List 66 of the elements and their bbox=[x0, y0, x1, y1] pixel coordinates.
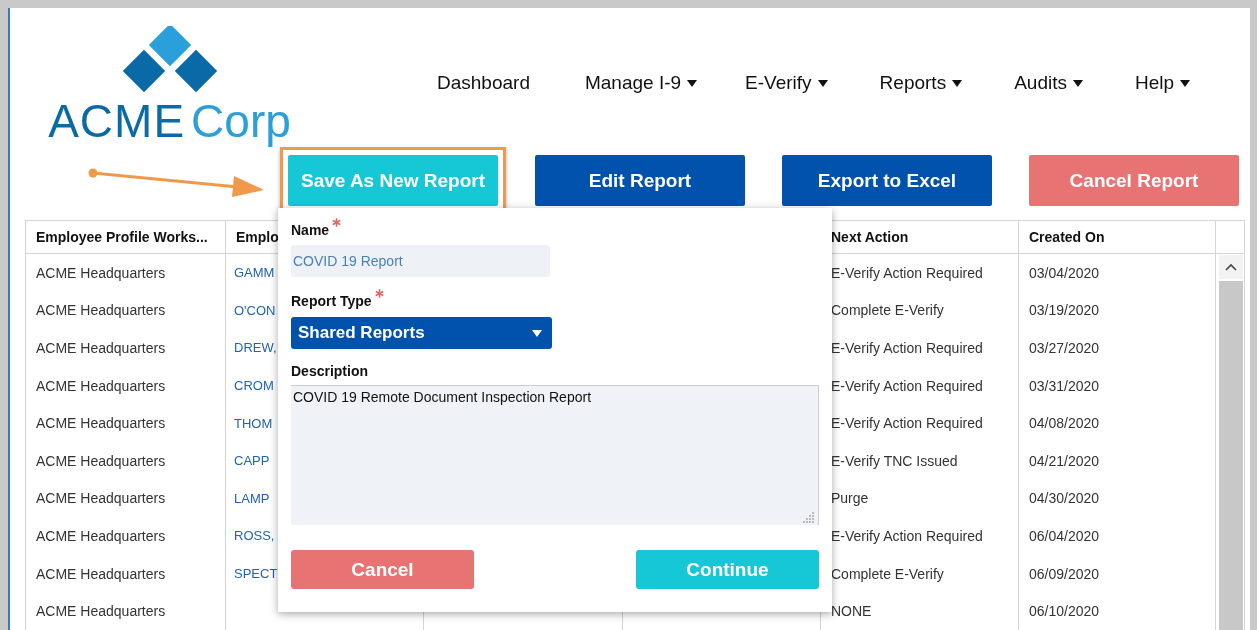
table-cell: 04/08/2020 bbox=[1029, 415, 1100, 432]
table-cell: 06/10/2020 bbox=[1029, 603, 1100, 620]
logo-wordmark-suffix: Corp bbox=[191, 94, 291, 148]
employee-link[interactable]: CAPP bbox=[234, 453, 270, 469]
field-label: Description bbox=[291, 363, 368, 379]
table-cell: 06/04/2020 bbox=[1029, 527, 1100, 544]
table-cell: 06/09/2020 bbox=[1029, 565, 1100, 582]
table-cell: ACME Headquarters bbox=[36, 490, 166, 507]
table-cell: ACME Headquarters bbox=[36, 377, 166, 394]
table-cell: Complete E-Verify bbox=[831, 565, 944, 582]
table-cell: ACME Headquarters bbox=[36, 565, 166, 582]
column-header: Employee Profile Works... bbox=[26, 221, 226, 253]
table-cell: 04/30/2020 bbox=[1029, 490, 1100, 507]
toolbar-button[interactable]: Export to Excel bbox=[782, 155, 992, 206]
table-cell: E-Verify Action Required bbox=[831, 377, 983, 394]
table-cell: Purge bbox=[831, 490, 869, 507]
table-cell: E-Verify Action Required bbox=[831, 415, 983, 432]
nav-menu-item[interactable]: Dashboard bbox=[437, 72, 530, 94]
employee-link[interactable]: O'CON bbox=[234, 302, 276, 318]
column-header: Created On bbox=[1019, 221, 1216, 253]
name-input-field[interactable]: COVID 19 Report bbox=[291, 245, 550, 277]
table-cell: 03/31/2020 bbox=[1029, 377, 1100, 394]
caret-icon bbox=[532, 329, 542, 337]
nav-menu-item[interactable]: E-Verify bbox=[745, 72, 828, 94]
description-text-area[interactable]: COVID 19 Remote Document Inspection Report bbox=[291, 385, 819, 525]
nav-menu-item[interactable]: Manage I-9 bbox=[584, 72, 698, 94]
field-label: Name bbox=[291, 222, 330, 238]
table-cell: E-Verify Action Required bbox=[831, 340, 983, 356]
employee-link[interactable]: SPECT bbox=[234, 566, 278, 582]
scroll-up-button[interactable] bbox=[1219, 255, 1243, 279]
nav-menu-item[interactable]: Audits bbox=[1014, 72, 1083, 94]
caret-icon bbox=[1072, 79, 1083, 87]
employee-link[interactable]: CROM bbox=[234, 378, 274, 394]
employee-link[interactable]: ROSS, bbox=[234, 528, 275, 544]
caret-icon bbox=[817, 79, 828, 87]
table-cell: ACME Headquarters bbox=[36, 340, 166, 356]
logo-wordmark: ACME bbox=[48, 94, 186, 148]
table-cell: 03/04/2020 bbox=[1029, 264, 1100, 281]
resize-grip-icon bbox=[803, 511, 815, 523]
table-cell: E-Verify Action Required bbox=[831, 264, 983, 281]
nav-menu-item[interactable]: Reports bbox=[879, 72, 963, 94]
table-cell: ACME Headquarters bbox=[36, 603, 166, 620]
table-cell: ACME Headquarters bbox=[36, 452, 166, 469]
table-cell: Complete E-Verify bbox=[831, 302, 944, 319]
employee-link[interactable]: DREW, bbox=[234, 340, 277, 356]
chevron-up-icon bbox=[1225, 263, 1237, 271]
table-cell: 03/19/2020 bbox=[1029, 302, 1100, 319]
table-cell: E-Verify Action Required bbox=[831, 527, 983, 544]
caret-icon bbox=[1180, 79, 1191, 87]
field-label: Report Type bbox=[291, 293, 372, 309]
table-cell: ACME Headquarters bbox=[36, 527, 166, 544]
employee-link[interactable]: THOM bbox=[234, 415, 273, 431]
toolbar-button[interactable]: Edit Report bbox=[535, 155, 745, 206]
table-cell: ACME Headquarters bbox=[36, 302, 166, 319]
table-cell: 03/27/2020 bbox=[1029, 340, 1100, 356]
table-cell: NONE bbox=[831, 603, 872, 620]
employee-link[interactable]: LAMP bbox=[234, 490, 270, 506]
table-cell: E-Verify TNC Issued bbox=[831, 452, 958, 469]
report-type-dropdown[interactable]: Shared Reports bbox=[291, 317, 552, 349]
table-cell: ACME Headquarters bbox=[36, 415, 166, 432]
employee-link[interactable]: GAMM bbox=[234, 265, 275, 281]
nav-menu-item[interactable]: Help bbox=[1134, 72, 1191, 94]
table-cell: 04/21/2020 bbox=[1029, 452, 1100, 469]
caret-icon bbox=[687, 79, 698, 87]
caret-icon bbox=[952, 79, 963, 87]
table-cell: ACME Headquarters bbox=[36, 264, 166, 281]
